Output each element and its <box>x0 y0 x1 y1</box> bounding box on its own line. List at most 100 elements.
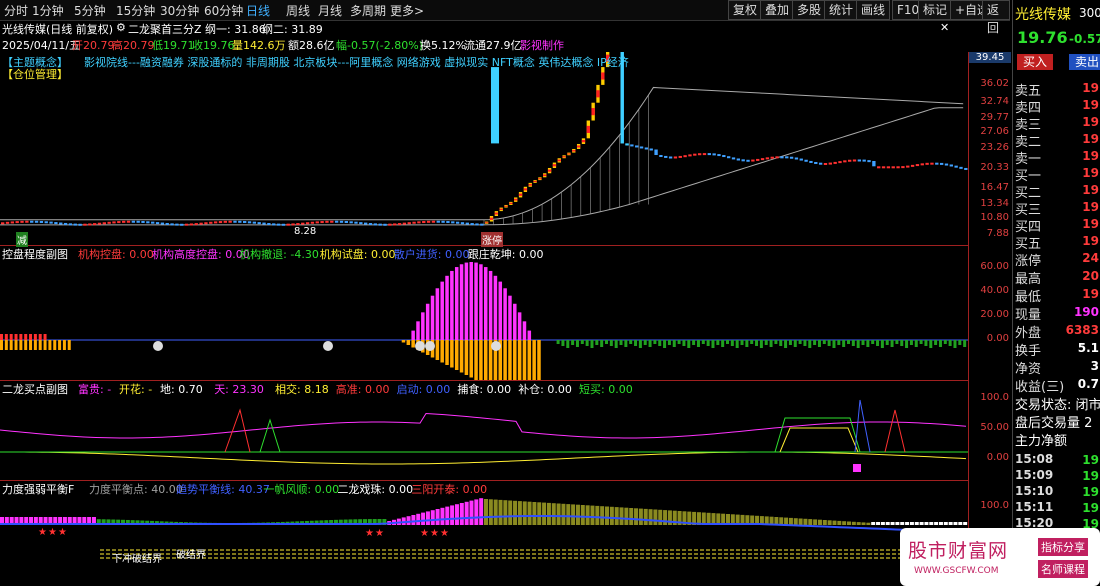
candle <box>460 222 465 225</box>
candle <box>877 166 881 169</box>
axis-label: 20.33 <box>980 162 1009 173</box>
bar <box>871 340 875 344</box>
bar <box>585 340 589 346</box>
bar <box>571 504 576 525</box>
bar <box>900 522 905 525</box>
bar <box>440 507 445 525</box>
bar <box>14 340 18 350</box>
bar <box>667 340 671 345</box>
candle <box>218 221 223 224</box>
period-tab-4[interactable]: 30分钟 <box>160 2 199 19</box>
bar <box>411 340 415 348</box>
strength-balance-pane[interactable]: ★ ★ ★ ★ ★ ★ ★ ★ 力度强弱平衡F 力度平衡点: 40.00 趋势平衡线: 40.37… <box>0 480 968 586</box>
bar <box>479 264 483 340</box>
star-icon: ★ <box>58 527 67 538</box>
candle <box>199 222 203 225</box>
quote-change: 幅-0.57(-2.80%) <box>336 39 423 52</box>
candle <box>388 223 392 226</box>
candle <box>659 155 663 158</box>
period-tab-0[interactable]: 分时 <box>4 2 28 19</box>
stock-title: 光线传媒(日线 前复权) <box>2 23 114 36</box>
candlestick-chart[interactable] <box>0 52 968 245</box>
period-tab-1[interactable]: 1分钟 <box>32 2 64 19</box>
toolbar-button-2[interactable]: 多股 <box>792 0 827 20</box>
toolbar-button-0[interactable]: 复权 <box>728 0 763 20</box>
bar <box>416 321 420 340</box>
period-tab-8[interactable]: 月线 <box>318 2 342 19</box>
candle <box>799 158 803 161</box>
candle <box>910 164 915 167</box>
candle <box>175 223 179 226</box>
bar <box>919 522 924 525</box>
candle <box>789 156 794 159</box>
candle <box>765 157 770 160</box>
candle <box>872 160 876 167</box>
period-tab-5[interactable]: 60分钟 <box>204 2 243 19</box>
candle <box>906 165 910 168</box>
pane-name: 力度强弱平衡F <box>2 483 75 496</box>
after-hours-volume: 盘后交易量 2 <box>1015 416 1093 431</box>
period-tab-10[interactable]: 更多> <box>390 2 424 19</box>
bar <box>556 503 561 525</box>
candle <box>141 220 145 223</box>
legend-item: 机构试盘: 0.00 <box>319 248 396 261</box>
upper-band-line <box>0 86 964 221</box>
bar <box>435 288 440 340</box>
toolbar-button-8[interactable]: 返回 <box>982 0 1010 35</box>
bar <box>851 340 855 346</box>
period-tab-6[interactable]: 日线 <box>246 2 270 19</box>
gear-icon[interactable]: ⚙ <box>116 21 126 34</box>
candle <box>160 222 165 225</box>
bar <box>735 340 739 348</box>
tick-price: 19 <box>1082 501 1099 515</box>
candle <box>213 221 218 224</box>
toolbar-button-3[interactable]: 统计 <box>824 0 859 20</box>
period-tab-7[interactable]: 周线 <box>286 2 310 19</box>
toolbar-button-1[interactable]: 叠加 <box>760 0 795 20</box>
bar <box>619 507 624 525</box>
buy-button[interactable]: 买入 <box>1017 54 1053 70</box>
toolbar-button-4[interactable]: 画线 <box>856 0 891 20</box>
period-tab-3[interactable]: 15分钟 <box>116 2 155 19</box>
period-tab-9[interactable]: 多周期 <box>350 2 386 19</box>
bar <box>488 499 493 525</box>
period-tab-2[interactable]: 5分钟 <box>74 2 106 19</box>
marker <box>853 464 861 472</box>
bar <box>508 295 512 340</box>
candle <box>131 220 136 223</box>
candle-body-inner <box>518 193 523 196</box>
control-degree-pane[interactable]: 控盘程度副图 机构控盘: 0.00 机构高度控盘: 0.00 机构撤退: -4.30 机… <box>0 245 968 381</box>
star-icon: ★ <box>365 528 374 539</box>
star-icon: ★ <box>440 528 449 539</box>
candle <box>63 222 68 225</box>
buy-point-pane[interactable]: 二龙买点副图 富贵: - 开花: - 地: 0.70 天: 23.30 相交: 8.18 高… <box>0 380 968 481</box>
candle <box>644 147 649 150</box>
candle <box>88 223 92 226</box>
candle <box>20 220 24 223</box>
star-icon: ★ <box>375 528 384 539</box>
bar <box>934 340 938 345</box>
bar <box>459 340 464 373</box>
watermark-tag1: 指标分享 <box>1038 538 1088 556</box>
pane-name: 二龙买点副图 <box>2 383 68 396</box>
candle-body-inner <box>552 164 557 167</box>
main-chart-pane[interactable]: 【主题概念】 【仓位管理】 影视院线---融资融券 深股通标的 非周期股 北京板… <box>0 52 968 247</box>
candle <box>731 157 736 160</box>
bar <box>532 502 537 525</box>
close-icon[interactable]: ✕ <box>940 21 949 34</box>
candle <box>238 220 242 223</box>
control-degree-chart[interactable] <box>0 245 968 380</box>
candle-body-inner <box>557 159 561 162</box>
bar <box>890 522 895 525</box>
legend-item: 机构控盘: 0.00 <box>78 248 154 261</box>
candle <box>480 223 484 226</box>
panel-stock-name: 光线传媒 <box>1015 7 1071 23</box>
bar <box>609 506 614 525</box>
candle <box>10 221 15 224</box>
candle <box>272 223 276 226</box>
bid-price: 19 <box>1082 217 1099 231</box>
sell-button[interactable]: 卖出 <box>1069 54 1100 70</box>
candle <box>785 156 789 159</box>
bar <box>43 334 47 340</box>
toolbar-button-6[interactable]: 标记 <box>918 0 953 20</box>
